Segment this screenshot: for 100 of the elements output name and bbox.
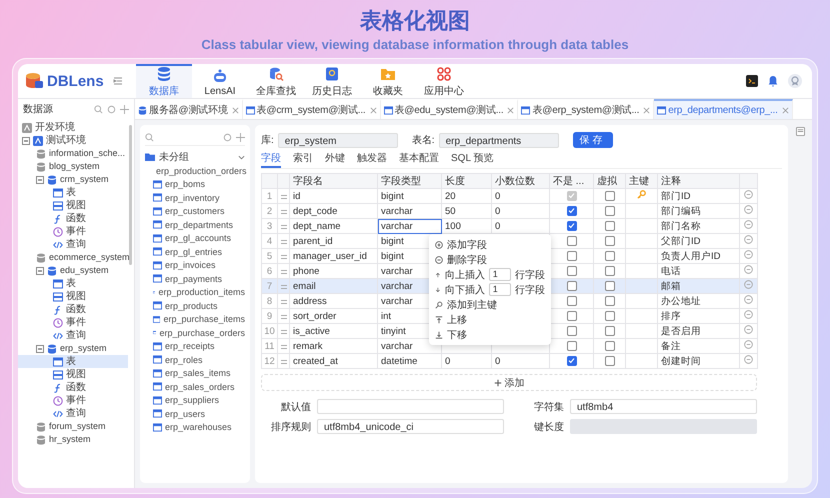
drag-handle-icon[interactable] — [280, 210, 286, 214]
table-list-item[interactable]: erp_production_items — [145, 286, 245, 299]
editor-tab[interactable]: erp_departments@erp_... — [654, 99, 793, 119]
checkbox[interactable] — [566, 280, 576, 291]
checkbox[interactable] — [604, 280, 614, 291]
nav-tab[interactable]: LensAI — [192, 64, 248, 98]
drag-handle-icon[interactable] — [280, 314, 286, 318]
refresh-icon[interactable] — [107, 104, 116, 114]
remove-icon[interactable] — [744, 310, 753, 319]
tree-item[interactable]: 表 — [18, 277, 128, 290]
badge-icon[interactable] — [788, 74, 802, 88]
remove-icon[interactable] — [744, 340, 753, 349]
tree-item[interactable]: 表 — [18, 186, 128, 199]
table-list-item[interactable]: erp_boms — [145, 178, 245, 191]
editor-tab[interactable]: 表@crm_system@测试... — [242, 99, 380, 119]
terminal-icon[interactable] — [746, 75, 758, 87]
close-icon[interactable] — [370, 106, 376, 114]
search-icon[interactable] — [94, 104, 103, 114]
drag-handle-icon[interactable] — [280, 254, 286, 258]
database-field[interactable]: erp_system — [278, 132, 398, 148]
add-icon[interactable] — [120, 104, 129, 114]
checkbox[interactable] — [604, 206, 614, 216]
sidebar-toggle-icon[interactable] — [112, 76, 123, 86]
column-header[interactable]: 字段名 — [290, 174, 378, 188]
table-list-item[interactable]: erp_products — [145, 299, 245, 312]
input-field[interactable]: utf8mb4_unicode_ci — [317, 419, 504, 434]
sub-tab[interactable]: 外键 — [325, 150, 345, 168]
remove-icon[interactable] — [744, 250, 753, 259]
tree-item[interactable]: blog_system — [18, 160, 128, 173]
table-list-item[interactable]: erp_roles — [145, 353, 245, 366]
nav-tab[interactable]: 收藏夹 — [360, 64, 416, 98]
panel-icon[interactable] — [796, 127, 804, 136]
checkbox[interactable] — [566, 340, 576, 351]
checkbox[interactable] — [566, 220, 576, 231]
close-icon[interactable] — [782, 106, 789, 114]
table-list-item[interactable]: erp_customers — [145, 204, 245, 218]
table-list-item[interactable]: erp_invoices — [145, 258, 245, 272]
remove-icon[interactable] — [744, 325, 753, 334]
column-header[interactable]: 小数位数 — [492, 174, 550, 188]
checkbox[interactable] — [566, 326, 576, 336]
drag-handle-icon[interactable] — [280, 300, 286, 304]
tree-item[interactable]: 函数 — [18, 381, 128, 394]
table-list-item[interactable]: erp_departments — [145, 218, 245, 232]
checkbox[interactable] — [566, 266, 576, 276]
checkbox[interactable] — [566, 236, 576, 246]
checkbox[interactable] — [566, 310, 576, 321]
nav-tab[interactable]: 历史日志 — [304, 64, 360, 98]
table-list-item[interactable]: erp_sales_items — [145, 366, 245, 380]
editor-tab[interactable]: 服务器@测试环境 — [135, 99, 243, 119]
tree-item[interactable]: 事件 — [18, 394, 128, 407]
tree-item[interactable]: ecommerce_system — [18, 251, 128, 264]
column-header[interactable]: 长度 — [442, 174, 492, 188]
checkbox[interactable] — [566, 296, 576, 306]
sub-tab[interactable]: 触发器 — [357, 150, 387, 168]
table-row[interactable]: 12 created_at datetime 0 0 创建时间 — [262, 354, 758, 368]
table-row[interactable]: 3 dept_name varchar 100 0 部门名称 — [262, 218, 758, 234]
save-button[interactable]: 保存 — [572, 132, 613, 148]
tree-item[interactable]: crm_system — [18, 173, 128, 186]
input-field[interactable] — [317, 399, 504, 414]
checkbox[interactable] — [566, 356, 576, 366]
table-list-item[interactable]: erp_purchase_orders — [145, 326, 245, 340]
tree-item[interactable]: 事件 — [18, 316, 128, 329]
drag-handle-icon[interactable] — [280, 224, 286, 228]
table-list-item[interactable]: erp_purchase_items — [145, 312, 245, 326]
column-header[interactable]: 主键 — [626, 174, 658, 188]
remove-icon[interactable] — [744, 280, 753, 289]
close-icon[interactable] — [507, 106, 514, 114]
tree-item[interactable]: 视图 — [18, 290, 128, 303]
collapse-toggle[interactable] — [36, 344, 44, 352]
remove-icon[interactable] — [744, 235, 753, 244]
checkbox[interactable] — [604, 236, 614, 246]
count-field[interactable]: 1 — [488, 283, 511, 296]
close-icon[interactable] — [232, 106, 239, 114]
drag-handle-icon[interactable] — [280, 344, 286, 348]
checkbox[interactable] — [604, 220, 614, 231]
nav-tab[interactable]: 数据库 — [136, 64, 192, 98]
tree-item[interactable]: 函数 — [18, 303, 128, 316]
table-name-field[interactable]: erp_departments — [438, 132, 559, 148]
drag-handle-icon[interactable] — [280, 360, 286, 364]
table-list-item[interactable]: erp_inventory — [145, 191, 245, 204]
tree-item[interactable]: edu_system — [18, 264, 128, 277]
remove-icon[interactable] — [744, 190, 753, 199]
checkbox[interactable] — [604, 250, 614, 261]
group-header[interactable]: 未分组 — [145, 150, 245, 164]
tree-item[interactable]: 函数 — [18, 212, 128, 225]
tree-item[interactable]: 事件 — [18, 225, 128, 238]
remove-icon[interactable] — [744, 265, 753, 274]
checkbox[interactable] — [604, 326, 614, 336]
tree-item[interactable]: 查询 — [18, 238, 128, 251]
tree-item[interactable]: erp_system — [18, 342, 128, 355]
remove-icon[interactable] — [744, 220, 753, 229]
table-list-item[interactable]: erp_payments — [145, 272, 245, 286]
tree-item[interactable]: information_sche... — [18, 147, 128, 160]
drag-handle-icon[interactable] — [280, 194, 286, 198]
table-row[interactable]: 1 id bigint 20 0 部门ID — [262, 188, 758, 204]
collapse-toggle[interactable] — [36, 176, 44, 184]
column-header[interactable]: 虚拟 — [594, 174, 626, 188]
collapse-toggle[interactable] — [22, 136, 30, 144]
close-icon[interactable] — [643, 106, 650, 114]
tree-item[interactable]: 表 — [18, 355, 128, 368]
